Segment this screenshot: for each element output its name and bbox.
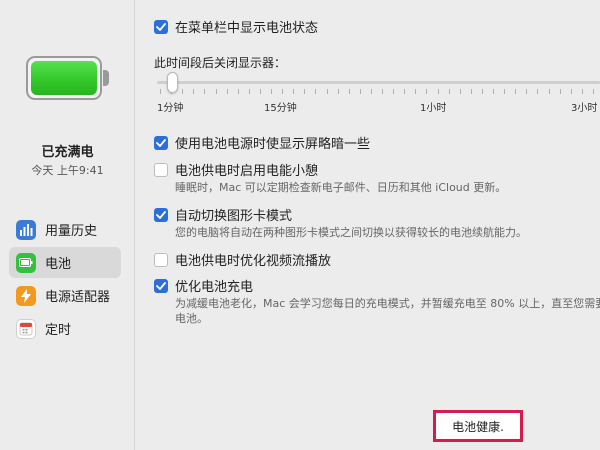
display-off-slider-thumb[interactable]	[167, 72, 178, 93]
sidebar-item-label: 电池	[45, 257, 72, 272]
slider-tick	[182, 89, 184, 94]
show-battery-status-option[interactable]: 在菜单栏中显示电池状态	[154, 17, 318, 36]
option-label: 在菜单栏中显示电池状态	[175, 21, 319, 36]
checkbox-checked[interactable]	[154, 19, 168, 34]
slider-tick	[581, 89, 583, 94]
slider-tick	[459, 89, 461, 94]
optimized-charging-description-line1: 为减缓电池老化，Mac 会学习您每日的充电模式，并暂缓充电至 80% 以上，直至…	[175, 297, 600, 310]
slider-tick	[393, 89, 395, 94]
sidebar-item-schedule[interactable]: 定时	[9, 313, 121, 344]
calendar-icon	[16, 318, 36, 339]
slider-tick	[382, 89, 383, 94]
slider-ticks	[160, 89, 600, 95]
slider-tick	[315, 89, 317, 94]
slider-tick	[470, 89, 472, 94]
slider-tick	[559, 89, 561, 94]
slider-tick	[282, 89, 284, 94]
slider-tick	[404, 89, 406, 94]
power-nap-description: 睡眠时，Mac 可以定期检查新电子邮件、日历和其他 iCloud 更新。	[175, 181, 507, 194]
slider-tick	[248, 89, 250, 94]
charge-status-time: 今天 上午9:41	[31, 164, 104, 177]
slider-tick	[293, 89, 295, 94]
option-label: 自动切换图形卡模式	[175, 209, 293, 224]
charge-status-title: 已充满电	[41, 145, 94, 160]
graphics-switching-description: 您的电脑将自动在两种图形卡模式之间切换以获得较长的电池续航能力。	[175, 226, 527, 239]
slider-tick	[215, 89, 217, 94]
slider-tick	[537, 89, 539, 94]
slider-tick	[259, 89, 261, 94]
optimized-battery-charging-option[interactable]: 优化电池充电	[154, 276, 253, 295]
battery-settings-panel: 在菜单栏中显示电池状态 此时间段后关闭显示器： 1分钟 15分钟 1小时 3小时…	[136, 0, 600, 450]
slider-tick	[437, 89, 439, 94]
display-off-slider-track[interactable]	[157, 81, 600, 84]
slider-tick	[592, 89, 594, 94]
slider-tick	[426, 89, 428, 94]
power-nap-option[interactable]: 电池供电时启用电能小憩	[154, 160, 318, 179]
slider-tick	[348, 89, 350, 94]
battery-body	[26, 56, 102, 100]
optimized-charging-description-line2: 电池。	[175, 312, 208, 325]
slider-tick	[481, 89, 483, 94]
sidebar-item-label: 电源适配器	[45, 290, 111, 305]
sidebar-item-label: 用量历史	[45, 224, 98, 239]
battery-cap	[103, 70, 109, 86]
checkbox-checked[interactable]	[154, 278, 168, 293]
checkbox-checked[interactable]	[154, 135, 168, 150]
slider-tick	[448, 89, 450, 94]
slider-tick	[526, 89, 528, 94]
checkbox-unchecked[interactable]	[154, 252, 168, 267]
slider-tick	[337, 89, 339, 94]
sidebar-item-usage-history[interactable]: 用量历史	[9, 214, 121, 245]
slider-tick	[548, 89, 550, 94]
option-label: 优化电池充电	[175, 280, 254, 295]
bar-chart-icon	[16, 219, 36, 240]
battery-health-button[interactable]: 电池健康.	[433, 410, 523, 442]
slider-tick	[493, 89, 494, 94]
optimize-video-streaming-option[interactable]: 电池供电时优化视频流播放	[154, 250, 331, 269]
sidebar-nav: 用量历史 电池 电源适配器 定时	[9, 214, 121, 346]
slider-tick	[304, 89, 306, 94]
slider-tick	[160, 89, 161, 94]
sidebar-item-label: 定时	[45, 323, 72, 338]
bolt-icon	[16, 285, 36, 306]
battery-level-fill	[31, 61, 97, 95]
tick-label-15min: 15分钟	[264, 103, 297, 114]
battery-icon	[26, 56, 110, 100]
slider-tick	[204, 89, 206, 94]
sidebar: 已充满电 今天 上午9:41 用量历史 电池 电源适配器 定时	[0, 0, 135, 450]
slider-tick	[237, 89, 239, 94]
checkbox-checked[interactable]	[154, 207, 168, 222]
slider-tick	[271, 89, 272, 94]
auto-graphics-switching-option[interactable]: 自动切换图形卡模式	[154, 205, 292, 224]
battery-icon	[16, 252, 36, 273]
checkbox-unchecked[interactable]	[154, 162, 168, 177]
tick-label-1hr: 1小时	[420, 103, 447, 114]
sidebar-item-battery[interactable]: 电池	[9, 247, 121, 278]
slider-tick	[326, 89, 328, 94]
dim-display-on-battery-option[interactable]: 使用电池电源时使显示屏略暗一些	[154, 133, 370, 152]
option-label: 使用电池电源时使显示屏略暗一些	[175, 137, 371, 152]
option-label: 电池供电时优化视频流播放	[175, 254, 332, 269]
option-label: 电池供电时启用电能小憩	[175, 164, 319, 179]
slider-tick	[226, 89, 228, 94]
slider-tick	[504, 89, 506, 94]
slider-tick	[193, 89, 195, 94]
tick-label-1min: 1分钟	[157, 103, 184, 114]
slider-tick	[370, 89, 372, 94]
slider-tick	[570, 89, 572, 94]
display-off-slider-title: 此时间段后关闭显示器：	[154, 56, 287, 70]
slider-tick	[359, 89, 361, 94]
slider-tick	[415, 89, 417, 94]
tick-label-3hr: 3小时	[571, 103, 598, 114]
sidebar-item-power-adapter[interactable]: 电源适配器	[9, 280, 121, 311]
slider-tick	[515, 89, 517, 94]
